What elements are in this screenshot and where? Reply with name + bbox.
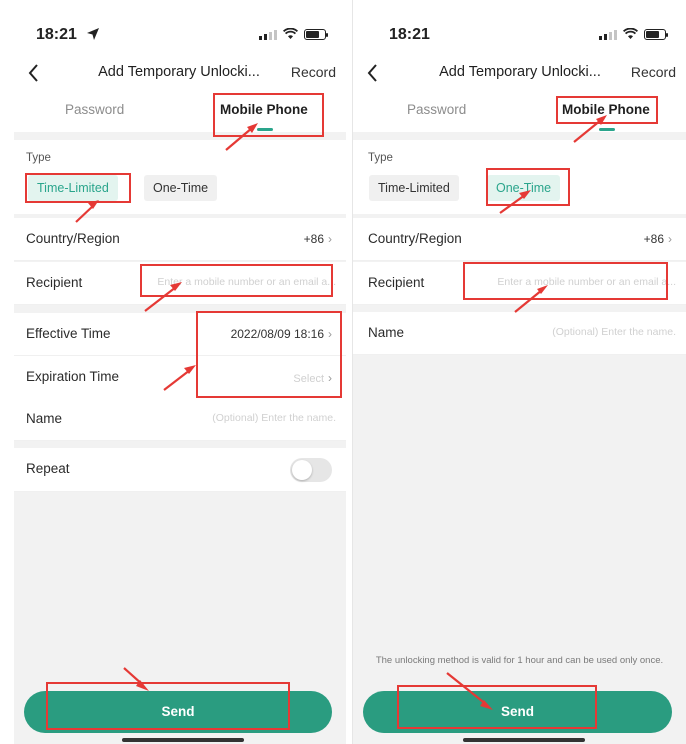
- chevron-right-icon: ›: [328, 371, 332, 385]
- recipient-row: Recipient Enter a mobile number or an em…: [14, 262, 346, 305]
- status-bar: 18:21: [353, 0, 686, 58]
- country-region-label: Country/Region: [368, 231, 462, 246]
- effective-time-row[interactable]: Effective Time 2022/08/09 18:16 ›: [14, 313, 346, 356]
- type-time-limited-chip[interactable]: Time-Limited: [28, 175, 118, 201]
- navigation-bar: Add Temporary Unlocki... Record: [14, 58, 346, 88]
- name-row: Name (Optional) Enter the name.: [14, 398, 346, 441]
- type-time-limited-chip[interactable]: Time-Limited: [369, 175, 459, 201]
- battery-icon: [644, 28, 668, 40]
- tab-bar: Password Mobile Phone: [14, 88, 346, 132]
- repeat-row: Repeat: [14, 448, 346, 492]
- chevron-left-icon[interactable]: [365, 62, 381, 84]
- name-label: Name: [26, 411, 63, 426]
- tab-password[interactable]: Password: [407, 102, 466, 117]
- page-title: Add Temporary Unlocki...: [439, 64, 601, 80]
- type-section: Type Time-Limited One-Time: [353, 140, 686, 214]
- country-region-label: Country/Region: [26, 231, 120, 246]
- system-icons: [599, 28, 668, 40]
- recipient-row: Recipient Enter a mobile number or an em…: [353, 262, 686, 305]
- system-icons: [259, 28, 328, 40]
- send-button[interactable]: Send: [24, 691, 332, 733]
- chevron-left-icon[interactable]: [26, 62, 42, 84]
- tab-active-indicator: [257, 128, 273, 131]
- tab-active-indicator: [599, 128, 615, 131]
- country-region-value: +86 ›: [303, 232, 332, 246]
- page-title: Add Temporary Unlocki...: [98, 64, 260, 80]
- name-input[interactable]: (Optional) Enter the name.: [476, 326, 676, 338]
- send-button[interactable]: Send: [363, 691, 672, 733]
- tab-password[interactable]: Password: [65, 102, 124, 117]
- tab-bar: Password Mobile Phone: [353, 88, 686, 132]
- record-button[interactable]: Record: [291, 64, 336, 80]
- record-button[interactable]: Record: [631, 64, 676, 80]
- name-label: Name: [368, 325, 405, 340]
- status-time: 18:21: [36, 26, 77, 43]
- expiration-time-row[interactable]: Expiration Time Select ›: [14, 356, 346, 399]
- chevron-right-icon: ›: [668, 232, 672, 246]
- tab-mobile-phone[interactable]: Mobile Phone: [562, 102, 650, 117]
- home-indicator: [463, 738, 585, 742]
- type-one-time-chip[interactable]: One-Time: [487, 175, 561, 201]
- home-indicator: [122, 738, 244, 742]
- type-label: Type: [26, 152, 51, 164]
- recipient-label: Recipient: [368, 275, 425, 290]
- expiration-time-label: Expiration Time: [26, 369, 120, 384]
- chevron-right-icon: ›: [328, 232, 332, 246]
- country-region-value: +86 ›: [643, 232, 672, 246]
- repeat-toggle[interactable]: [290, 458, 332, 482]
- recipient-input[interactable]: Enter a mobile number or an email a...: [476, 276, 676, 288]
- signal-icon: [259, 29, 277, 40]
- wifi-icon: [283, 28, 298, 39]
- repeat-label: Repeat: [26, 461, 70, 476]
- signal-icon: [599, 29, 617, 40]
- expiration-time-value: Select ›: [293, 371, 332, 385]
- effective-time-label: Effective Time: [26, 326, 111, 341]
- effective-time-value: 2022/08/09 18:16 ›: [230, 327, 332, 341]
- type-label: Type: [368, 152, 393, 164]
- country-region-row[interactable]: Country/Region +86 ›: [353, 218, 686, 261]
- chevron-right-icon: ›: [328, 327, 332, 341]
- type-one-time-chip[interactable]: One-Time: [144, 175, 218, 201]
- recipient-label: Recipient: [26, 275, 83, 290]
- recipient-input[interactable]: Enter a mobile number or an email a...: [136, 276, 336, 288]
- name-row: Name (Optional) Enter the name.: [353, 312, 686, 355]
- phone-screen-one-time: 18:21 Add Temporary Unlocki... Record Pa…: [352, 0, 686, 744]
- type-section: Type Time-Limited One-Time: [14, 140, 346, 214]
- phone-screen-time-limited: 18:21 Add Temporary Unlocki... Record Pa…: [14, 0, 346, 744]
- status-time: 18:21: [389, 26, 430, 43]
- location-arrow-icon: [87, 28, 99, 40]
- country-region-row[interactable]: Country/Region +86 ›: [14, 218, 346, 261]
- wifi-icon: [623, 28, 638, 39]
- battery-icon: [304, 28, 328, 40]
- navigation-bar: Add Temporary Unlocki... Record: [353, 58, 686, 88]
- name-input[interactable]: (Optional) Enter the name.: [136, 412, 336, 424]
- status-bar: 18:21: [14, 0, 346, 58]
- validity-note: The unlocking method is valid for 1 hour…: [375, 655, 664, 666]
- tab-mobile-phone[interactable]: Mobile Phone: [220, 102, 308, 117]
